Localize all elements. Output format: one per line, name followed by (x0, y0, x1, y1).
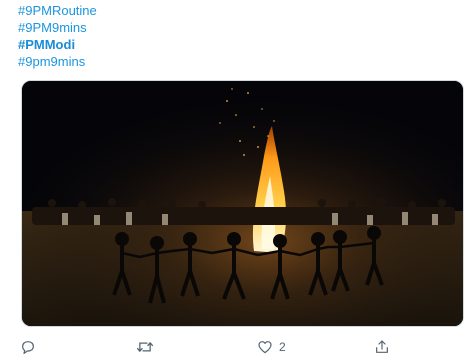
tweet-photo[interactable] (21, 80, 464, 327)
reply-icon (22, 341, 34, 354)
like-button[interactable]: 2 (257, 336, 286, 358)
tweet-action-bar: 2 (0, 336, 474, 360)
hashtag-link[interactable]: #9PMRoutine (18, 2, 97, 19)
tweet-text: #9PMRoutine #9PM9mins #PMModi #9pm9mins (18, 2, 97, 70)
tweet-card: #9PMRoutine #9PM9mins #PMModi #9pm9mins (0, 0, 474, 362)
reply-button[interactable] (20, 336, 36, 358)
share-icon (376, 340, 388, 353)
like-count: 2 (279, 340, 286, 354)
heart-icon (258, 341, 272, 354)
share-button[interactable] (374, 336, 390, 358)
bonfire-photo-image (22, 81, 463, 326)
hashtag-link[interactable]: #9PM9mins (18, 19, 97, 36)
hashtag-link[interactable]: #9pm9mins (18, 53, 97, 70)
retweet-button[interactable] (136, 336, 154, 358)
hashtag-link[interactable]: #PMModi (18, 36, 97, 53)
retweet-icon (136, 342, 154, 352)
